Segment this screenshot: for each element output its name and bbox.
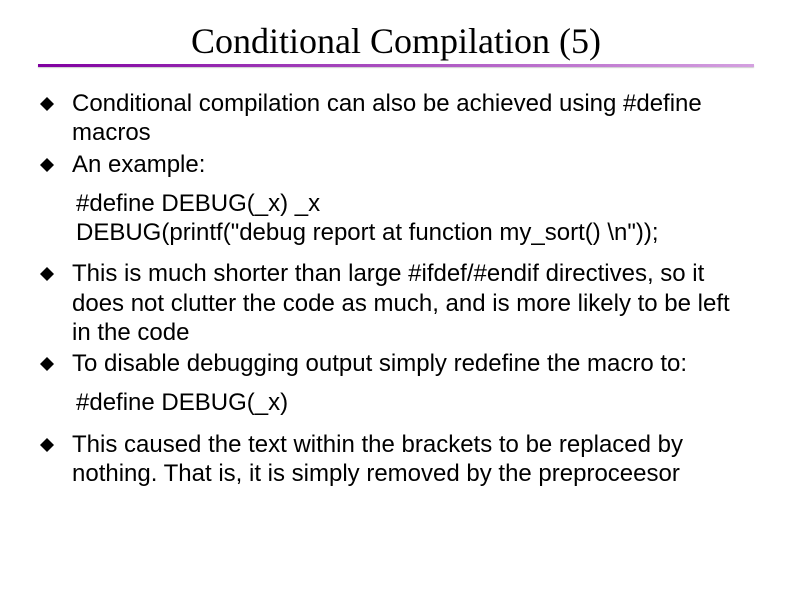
diamond-bullet-icon [40, 158, 54, 172]
code-line: #define DEBUG(_x) [76, 388, 754, 417]
slide-container: Conditional Compilation (5) Conditional … [0, 0, 792, 510]
code-line: DEBUG(printf("debug report at function m… [76, 218, 754, 247]
code-example: #define DEBUG(_x) _x DEBUG(printf("debug… [76, 189, 754, 248]
diamond-bullet-icon [40, 97, 54, 111]
bullet-text: Conditional compilation can also be achi… [72, 89, 754, 148]
code-line: #define DEBUG(_x) _x [76, 189, 754, 218]
bullet-item: This is much shorter than large #ifdef/#… [38, 259, 754, 347]
title-underline [38, 64, 754, 67]
slide-title: Conditional Compilation (5) [38, 20, 754, 62]
bullet-item: An example: [38, 150, 754, 179]
bullet-text: An example: [72, 150, 754, 179]
diamond-bullet-icon [40, 438, 54, 452]
diamond-bullet-icon [40, 357, 54, 371]
code-example: #define DEBUG(_x) [76, 388, 754, 417]
bullet-text: To disable debugging output simply redef… [72, 349, 754, 378]
diamond-bullet-icon [40, 267, 54, 281]
bullet-item: To disable debugging output simply redef… [38, 349, 754, 378]
bullet-text: This is much shorter than large #ifdef/#… [72, 259, 754, 347]
bullet-item: This caused the text within the brackets… [38, 430, 754, 489]
bullet-text: This caused the text within the brackets… [72, 430, 754, 489]
bullet-item: Conditional compilation can also be achi… [38, 89, 754, 148]
